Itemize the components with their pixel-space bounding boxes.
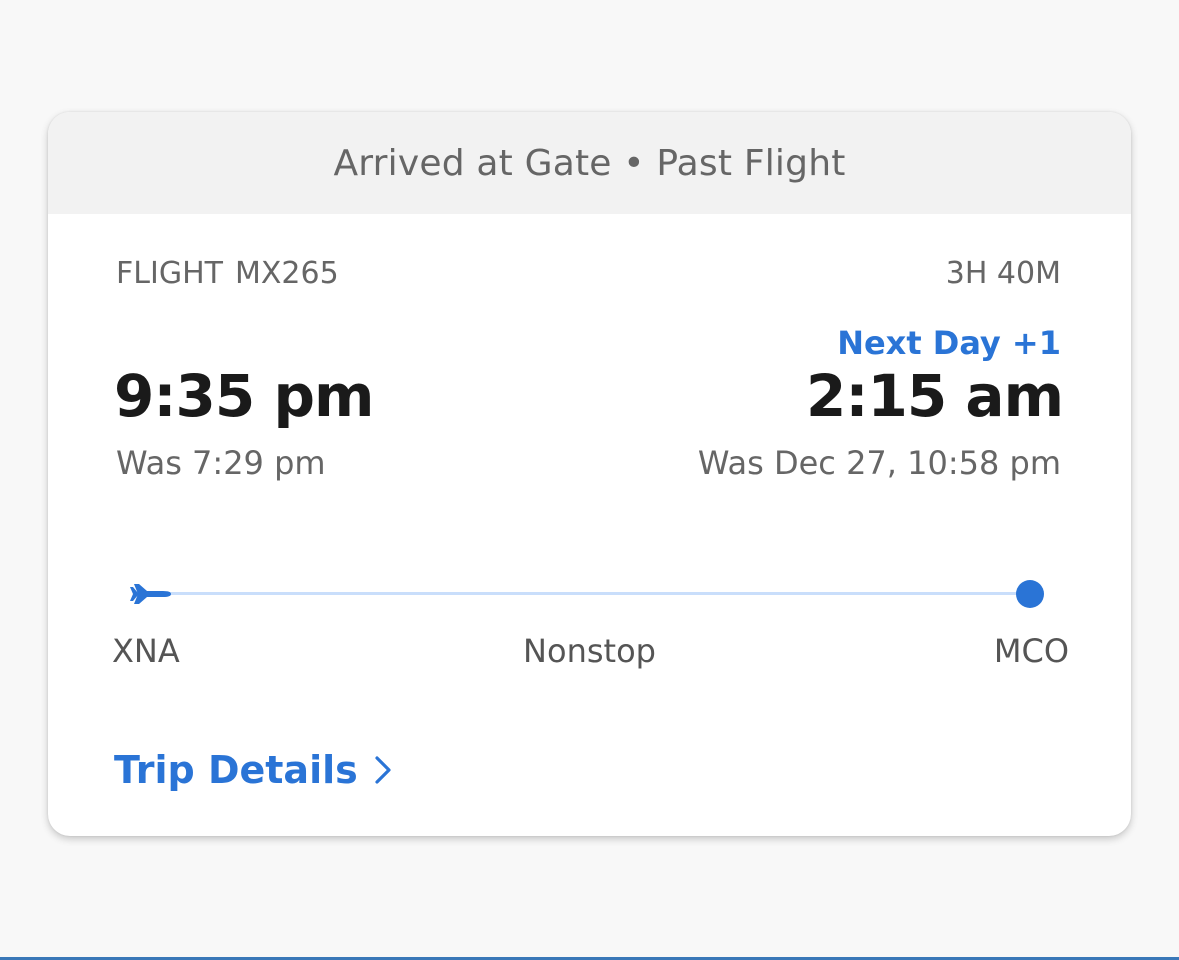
flight-duration: 3H 40M: [945, 256, 1061, 291]
destination-airport: MCO: [993, 632, 1069, 670]
chevron-right-icon: [375, 756, 391, 784]
trip-details-label: Trip Details: [114, 748, 358, 792]
trip-details-link[interactable]: Trip Details: [114, 748, 392, 792]
departure-original-time: Was 7:29 pm: [116, 444, 326, 482]
flight-card: Arrived at Gate • Past Flight FLIGHT MX26…: [48, 112, 1131, 836]
flight-label: FLIGHT: [116, 256, 223, 291]
arrival-original-time: Was Dec 27, 10:58 pm: [697, 444, 1061, 482]
stops-info: Nonstop: [523, 632, 656, 670]
flight-status: Arrived at Gate • Past Flight: [333, 142, 846, 184]
status-header: Arrived at Gate • Past Flight: [48, 112, 1131, 214]
flight-number: MX265: [234, 256, 339, 291]
departure-time: 9:35 pm: [114, 362, 374, 430]
next-day-indicator: Next Day +1: [837, 324, 1061, 362]
airplane-icon: [130, 584, 171, 604]
destination-dot-icon: [1016, 580, 1044, 608]
arrival-time: 2:15 am: [805, 362, 1064, 430]
flight-number-label: FLIGHT MX265: [116, 256, 339, 291]
route-line: [156, 592, 1031, 595]
